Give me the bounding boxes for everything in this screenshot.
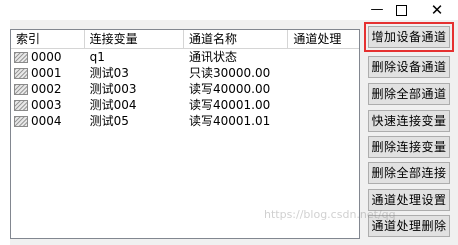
left-panel-edge <box>0 20 10 245</box>
index-value: 0002 <box>31 82 62 96</box>
index-value: 0003 <box>31 98 62 112</box>
delete-all-connections-button[interactable]: 删除全部连接 <box>368 162 450 184</box>
process-cell <box>288 49 359 65</box>
process-cell <box>288 65 359 81</box>
index-cell: 0002 <box>11 81 85 97</box>
variable-cell: 测试03 <box>89 66 129 80</box>
channel-icon <box>14 99 28 111</box>
process-cell <box>288 113 359 129</box>
index-value: 0001 <box>31 66 62 80</box>
minimize-button[interactable]: — <box>367 2 387 18</box>
list-rows: 0000 q1 通讯状态 0001 测试03 只读30000.00 0002 测… <box>11 49 359 129</box>
channel-icon <box>14 51 28 63</box>
maximize-button[interactable] <box>391 2 411 18</box>
process-cell <box>288 81 359 97</box>
index-value: 0000 <box>31 50 62 64</box>
channel-name-cell: 读写40000.00 <box>189 82 271 96</box>
variable-cell: 测试003 <box>89 82 137 96</box>
variable-cell: q1 <box>89 50 105 64</box>
index-cell: 0003 <box>11 97 85 113</box>
channel-name-cell: 通讯状态 <box>189 50 238 64</box>
table-row[interactable]: 0002 测试003 读写40000.00 <box>11 81 359 97</box>
column-header-variable[interactable]: 连接变量 <box>85 30 184 48</box>
delete-all-channels-button[interactable]: 删除全部通道 <box>368 83 450 105</box>
table-row[interactable]: 0000 q1 通讯状态 <box>11 49 359 65</box>
table-row[interactable]: 0001 测试03 只读30000.00 <box>11 65 359 81</box>
column-header-channel-name[interactable]: 通道名称 <box>184 30 289 48</box>
index-cell: 0001 <box>11 65 85 81</box>
delete-connected-variable-button[interactable]: 删除连接变量 <box>368 136 450 158</box>
channel-name-cell: 只读30000.00 <box>189 66 271 80</box>
list-header: 索引 连接变量 通道名称 通道处理 <box>11 30 359 49</box>
index-cell: 0004 <box>11 113 85 129</box>
channel-name-cell: 读写40001.00 <box>189 98 271 112</box>
delete-device-channel-button[interactable]: 删除设备通道 <box>368 56 450 78</box>
add-device-channel-button[interactable]: 增加设备通道 <box>368 26 450 48</box>
channel-icon <box>14 67 28 79</box>
table-row[interactable]: 0003 测试004 读写40001.00 <box>11 97 359 113</box>
channel-icon <box>14 83 28 95</box>
column-header-channel-process[interactable]: 通道处理 <box>288 30 359 48</box>
variable-cell: 测试05 <box>89 114 129 128</box>
channel-name-cell: 读写40001.01 <box>189 114 271 128</box>
title-bar: — ✕ <box>0 0 458 20</box>
maximize-icon <box>395 5 407 16</box>
variable-cell: 测试004 <box>89 98 137 112</box>
process-cell <box>288 97 359 113</box>
table-row[interactable]: 0004 测试05 读写40001.01 <box>11 113 359 129</box>
index-value: 0004 <box>31 114 62 128</box>
device-config-window: — ✕ 索引 连接变量 通道名称 通道处理 0000 q1 通讯状态 0001 … <box>0 0 458 245</box>
quick-connect-variable-button[interactable]: 快速连接变量 <box>368 110 450 132</box>
channel-icon <box>14 115 28 127</box>
column-header-index[interactable]: 索引 <box>11 30 85 48</box>
close-button[interactable]: ✕ <box>427 2 447 18</box>
watermark-text: https://blog.csdn.net/qq <box>264 208 396 221</box>
index-cell: 0000 <box>11 49 85 65</box>
